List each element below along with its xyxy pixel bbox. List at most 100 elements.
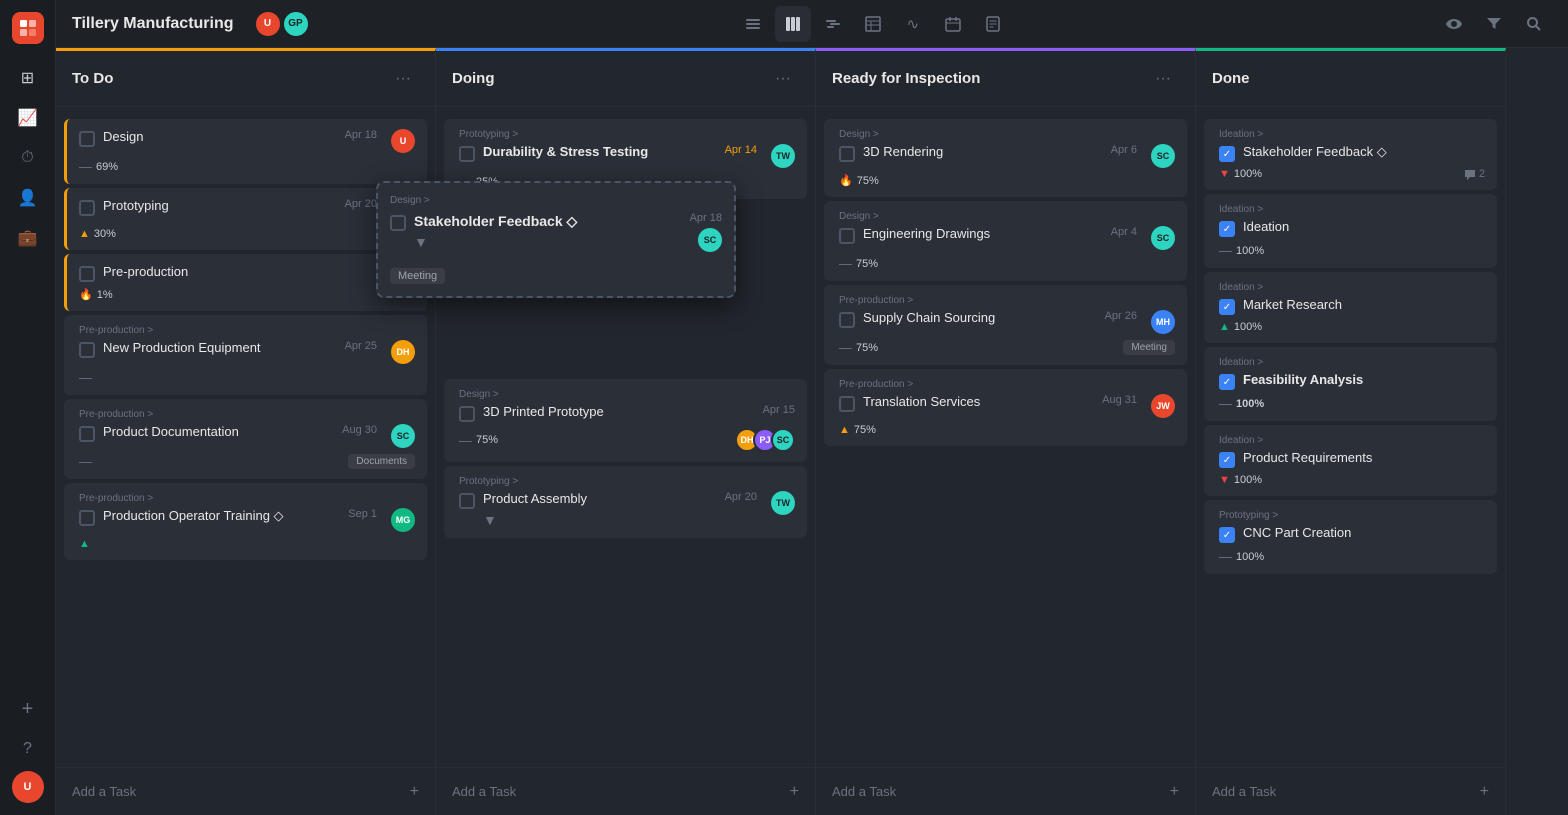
topbar-avatars: U GP — [254, 10, 310, 38]
task-avatar: JW — [1151, 394, 1175, 418]
view-chart-icon[interactable]: ∿ — [895, 6, 931, 42]
task-date: Apr 14 — [725, 144, 757, 156]
view-timeline-icon[interactable] — [815, 6, 851, 42]
task-progress: ▲ 30% — [79, 228, 116, 240]
task-checkbox[interactable] — [839, 396, 855, 412]
task-checkbox[interactable] — [839, 228, 855, 244]
task-progress: — 75% — [839, 256, 878, 271]
task-card[interactable]: Prototyping > Product Assembly ▼ Apr 20 … — [444, 466, 807, 538]
task-card[interactable]: Design > Engineering Drawings Apr 4 SC —… — [824, 201, 1187, 281]
task-checkbox[interactable]: ✓ — [1219, 452, 1235, 468]
task-card[interactable]: Ideation > ✓ Product Requirements ▼ 100% — [1204, 425, 1497, 496]
task-checkbox[interactable] — [79, 200, 95, 216]
task-checkbox[interactable] — [839, 146, 855, 162]
task-card[interactable]: Pre-production > Product Documentation A… — [64, 399, 427, 479]
search-icon[interactable] — [1516, 6, 1552, 42]
column-doing-body: Prototyping > Durability & Stress Testin… — [436, 107, 815, 767]
task-card[interactable]: Ideation > ✓ Feasibility Analysis — 100% — [1204, 347, 1497, 421]
task-card[interactable]: Design > 3D Printed Prototype Apr 15 — 7… — [444, 379, 807, 462]
task-checkbox[interactable]: ✓ — [1219, 374, 1235, 390]
topbar-avatar-1[interactable]: U — [254, 10, 282, 38]
view-doc-icon[interactable] — [975, 6, 1011, 42]
task-progress: ▼ 100% — [1219, 168, 1262, 180]
drag-overlay-card: Design > Stakeholder Feedback ◇ ▼ Apr 18… — [436, 181, 736, 298]
sidebar-add-icon[interactable]: + — [10, 691, 46, 727]
task-checkbox[interactable] — [459, 146, 475, 162]
task-card[interactable]: Pre-production > New Production Equipmen… — [64, 315, 427, 395]
task-checkbox[interactable] — [79, 426, 95, 442]
column-todo-menu[interactable]: ··· — [387, 66, 419, 92]
task-date: Aug 30 — [342, 424, 377, 436]
column-inspection-menu[interactable]: ··· — [1147, 66, 1179, 92]
task-title: Market Research — [1243, 297, 1485, 314]
task-card[interactable]: Prototyping > ✓ CNC Part Creation — 100% — [1204, 500, 1497, 574]
task-checkbox[interactable] — [79, 266, 95, 282]
task-card[interactable]: Pre-production 🔥 1% — [64, 254, 427, 311]
sidebar-user-avatar[interactable]: U — [12, 771, 44, 803]
task-title: CNC Part Creation — [1243, 525, 1485, 542]
sidebar-help-icon[interactable]: ? — [10, 731, 46, 767]
task-card[interactable]: Ideation > ✓ Market Research ▲ 100% — [1204, 272, 1497, 343]
task-checkbox[interactable]: ✓ — [1219, 527, 1235, 543]
task-progress: — 100% — [1219, 549, 1264, 564]
task-progress: — — [79, 370, 92, 385]
task-checkbox[interactable]: ✓ — [1219, 146, 1235, 162]
task-title: Pre-production — [103, 264, 415, 281]
add-task-todo[interactable]: Add a Task + — [56, 767, 435, 815]
add-task-label: Add a Task — [72, 784, 402, 799]
task-checkbox[interactable]: ✓ — [1219, 221, 1235, 237]
task-checkbox[interactable] — [459, 493, 475, 509]
task-breadcrumb: Design > — [839, 211, 1175, 222]
add-task-label: Add a Task — [452, 784, 782, 799]
view-list-icon[interactable] — [735, 6, 771, 42]
task-card[interactable]: Pre-production > Translation Services Au… — [824, 369, 1187, 446]
app-logo[interactable] — [12, 12, 44, 44]
task-title: Product Assembly — [483, 491, 717, 508]
column-inspection-title: Ready for Inspection — [832, 70, 1147, 87]
task-avatar: SC — [1151, 226, 1175, 250]
sidebar-people-icon[interactable]: 👤 — [10, 180, 46, 216]
drag-arrow-icon: ▼ — [436, 234, 682, 250]
topbar-avatar-2[interactable]: GP — [282, 10, 310, 38]
task-progress: 🔥 75% — [839, 174, 879, 187]
task-checkbox[interactable] — [459, 406, 475, 422]
task-card[interactable]: Design > 3D Rendering Apr 6 SC 🔥 75% — [824, 119, 1187, 197]
view-board-icon[interactable] — [775, 6, 811, 42]
task-avatar: DH — [391, 340, 415, 364]
task-checkbox[interactable] — [79, 342, 95, 358]
task-date: Sep 1 — [348, 508, 377, 520]
task-title: Production Operator Training ◇ — [103, 508, 340, 525]
add-task-done[interactable]: Add a Task + — [1196, 767, 1505, 815]
task-breadcrumb: Pre-production > — [839, 295, 1175, 306]
add-task-inspection[interactable]: Add a Task + — [816, 767, 1195, 815]
task-card[interactable]: Ideation > ✓ Ideation — 100% — [1204, 194, 1497, 268]
view-calendar-icon[interactable] — [935, 6, 971, 42]
task-card[interactable]: Design Apr 18 U — 69% — [64, 119, 427, 184]
view-table-icon[interactable] — [855, 6, 891, 42]
task-card[interactable]: Prototyping Apr 20 U ▲ 30% — [64, 188, 427, 250]
visibility-icon[interactable] — [1436, 6, 1472, 42]
task-breadcrumb: Prototyping > — [1219, 510, 1485, 521]
add-task-plus-icon: + — [1170, 783, 1179, 801]
column-inspection: Ready for Inspection ··· Design > 3D Ren… — [816, 48, 1196, 815]
sidebar-time-icon[interactable]: ⏱ — [10, 140, 46, 176]
task-progress: — 75% — [459, 433, 498, 448]
sidebar-portfolio-icon[interactable]: 💼 — [10, 220, 46, 256]
column-doing-menu[interactable]: ··· — [767, 66, 799, 92]
task-checkbox[interactable]: ✓ — [1219, 299, 1235, 315]
task-checkbox[interactable] — [839, 312, 855, 328]
sidebar-home-icon[interactable]: ⊞ — [10, 60, 46, 96]
task-checkbox[interactable] — [79, 131, 95, 147]
task-checkbox[interactable] — [79, 510, 95, 526]
task-card[interactable]: Ideation > ✓ Stakeholder Feedback ◇ ▼ 10… — [1204, 119, 1497, 190]
task-breadcrumb: Ideation > — [1219, 204, 1485, 215]
add-task-doing[interactable]: Add a Task + — [436, 767, 815, 815]
app-title: Tillery Manufacturing — [72, 15, 234, 33]
column-done-header: Done — [1196, 51, 1505, 107]
add-task-label: Add a Task — [1212, 784, 1472, 799]
task-card[interactable]: Pre-production > Production Operator Tra… — [64, 483, 427, 560]
sidebar-analytics-icon[interactable]: 📈 — [10, 100, 46, 136]
filter-icon[interactable] — [1476, 6, 1512, 42]
task-card[interactable]: Pre-production > Supply Chain Sourcing A… — [824, 285, 1187, 365]
task-date: Apr 15 — [763, 404, 795, 416]
